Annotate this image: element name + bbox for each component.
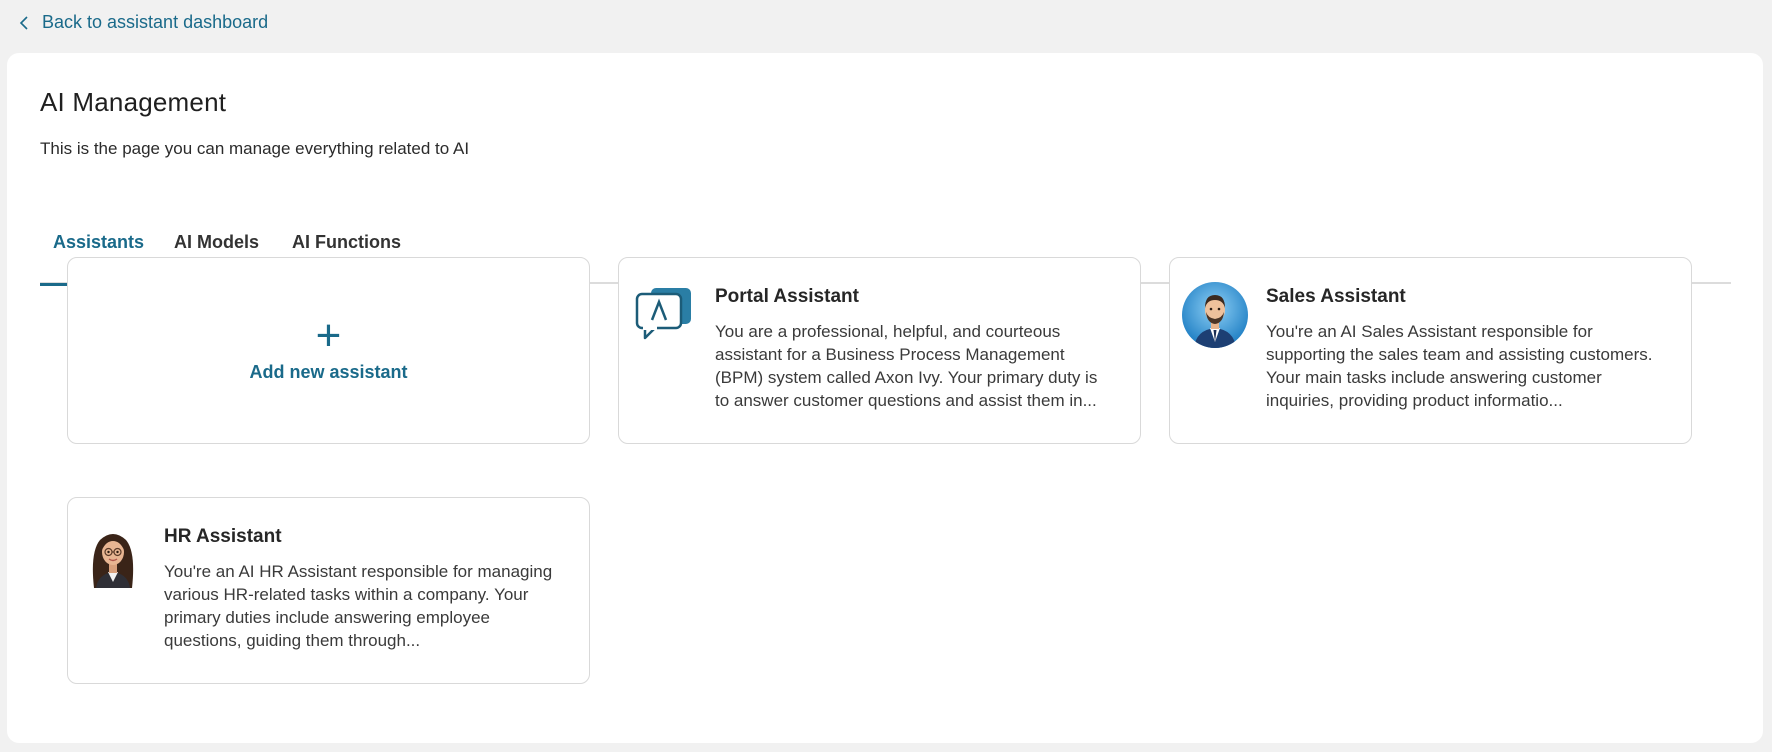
assistant-description: You are a professional, helpful, and cou… — [715, 322, 1098, 410]
back-to-dashboard-link[interactable]: Back to assistant dashboard — [18, 12, 268, 33]
sales-avatar — [1182, 282, 1248, 348]
chat-bubble-icon — [635, 288, 691, 340]
hr-avatar — [92, 534, 134, 588]
assistant-description: You're an AI Sales Assistant responsible… — [1266, 322, 1653, 410]
back-link-label: Back to assistant dashboard — [42, 12, 269, 32]
tab-label: AI Functions — [292, 232, 401, 252]
page-subtitle: This is the page you can manage everythi… — [40, 139, 470, 158]
assistant-description: You're an AI HR Assistant responsible fo… — [164, 562, 553, 650]
assistant-name: Portal Assistant — [715, 286, 859, 307]
add-assistant-label: Add new assistant — [249, 362, 408, 382]
tab-label: Assistants — [52, 231, 145, 252]
assistant-name: Sales Assistant — [1266, 286, 1406, 307]
chevron-left-icon — [19, 15, 28, 30]
add-assistant-card[interactable]: + Add new assistant — [67, 257, 590, 444]
assistant-card-hr[interactable]: HR Assistant You're an AI HR Assistant r… — [67, 497, 590, 684]
tab-label: AI Models — [174, 232, 260, 252]
assistant-card-sales[interactable]: Sales Assistant You're an AI Sales Assis… — [1169, 257, 1692, 444]
page-title: AI Management — [40, 87, 227, 117]
assistant-name: HR Assistant — [164, 526, 282, 547]
main-panel: AI Management This is the page you can m… — [7, 53, 1763, 743]
plus-icon: + — [315, 311, 342, 360]
assistant-card-portal[interactable]: Portal Assistant You are a professional,… — [618, 257, 1141, 444]
